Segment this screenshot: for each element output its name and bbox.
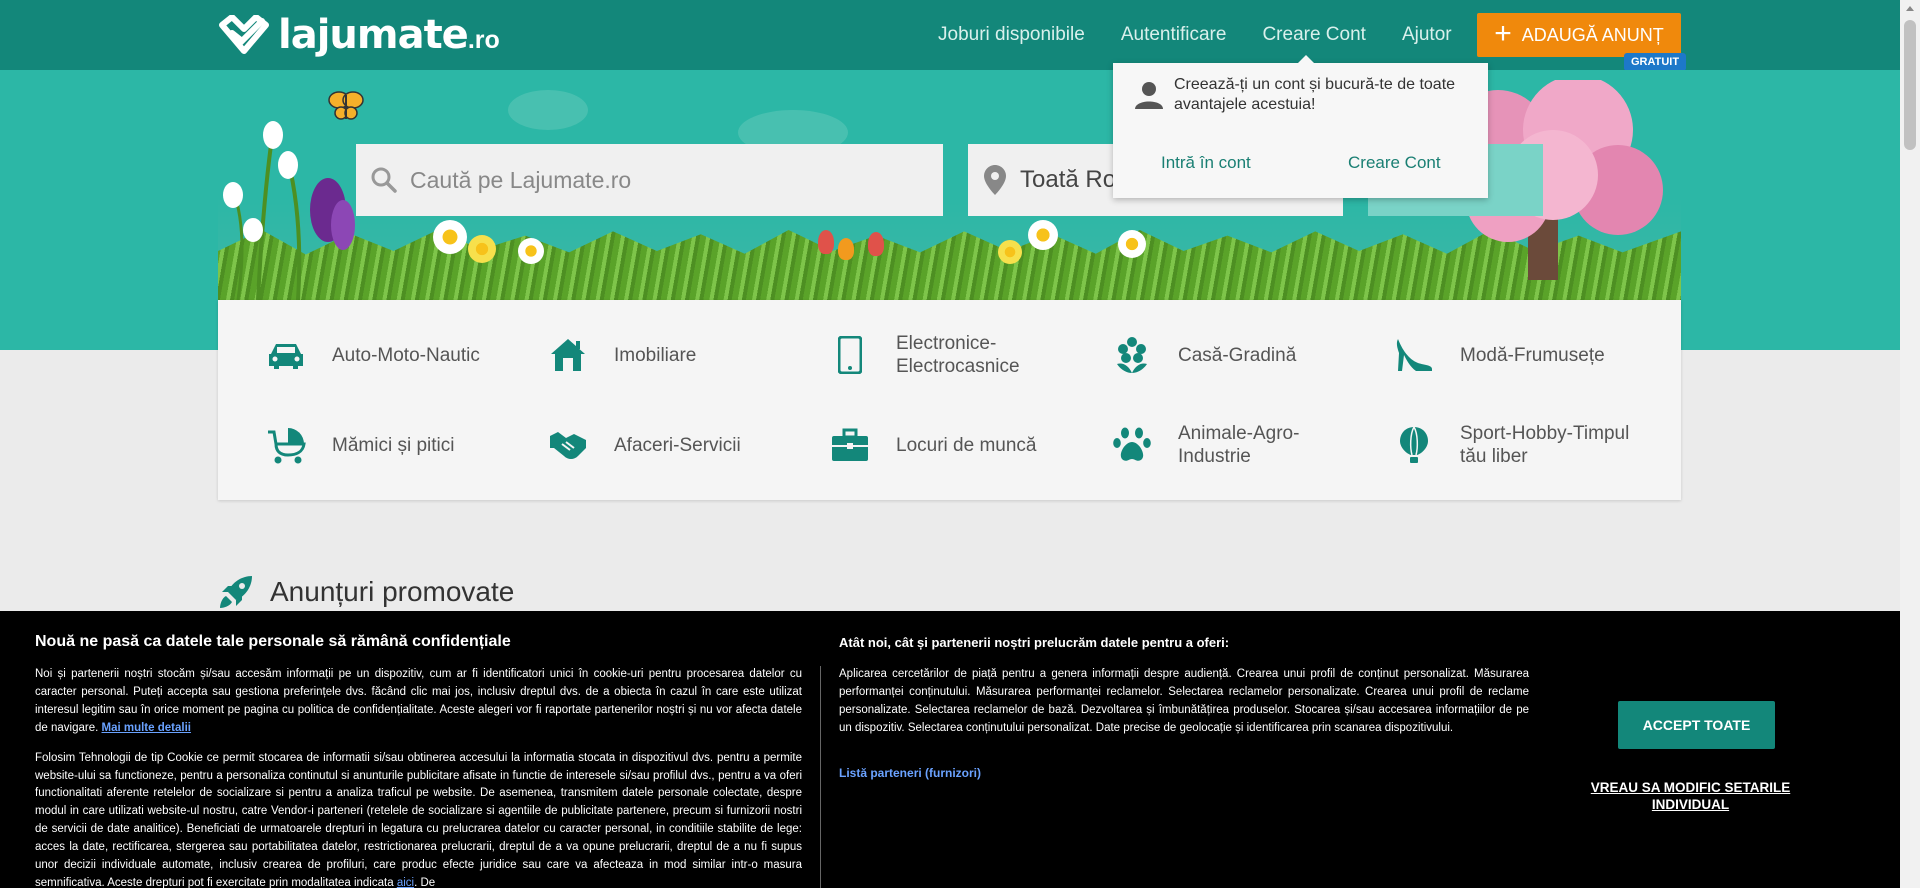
cookie-consent-banner: Nouă ne pasă ca datele tale personale să… [0,611,1900,888]
cookie-paragraph-1: Noi și partenerii noștri stocăm și/sau a… [35,666,802,738]
category-fashion[interactable]: Modă-Frumusețe [1386,325,1668,385]
cookie-right-title: Atât noi, cât și partenerii noștri prelu… [839,635,1230,650]
search-placeholder: Caută pe Lajumate.ro [410,166,632,193]
tulip-decoration [868,232,884,256]
cookie-paragraph-2-text: Folosim Tehnologii de tip Cookie ce perm… [35,751,802,888]
category-auto[interactable]: Auto-Moto-Nautic [258,325,540,385]
promoted-section-heading: Anunțuri promovate [218,574,514,610]
cookie-divider [820,666,821,888]
category-electronics[interactable]: Electronice-Electrocasnice [822,325,1104,385]
top-header: lajumate .ro Joburi disponibile Autentif… [0,0,1900,71]
category-label: Locuri de muncă [896,434,1037,456]
main-nav: Joburi disponibile Autentificare Creare … [938,24,1488,46]
flower-icon [1117,337,1147,373]
cookie-left-text: Noi și partenerii noștri stocăm și/sau a… [35,666,802,888]
category-label: Modă-Frumusețe [1460,344,1605,366]
nav-create-account[interactable]: Creare Cont [1262,24,1366,46]
cookie-title: Nouă ne pasă ca datele tale personale să… [35,633,511,650]
nav-jobs[interactable]: Joburi disponibile [938,24,1085,46]
category-label: Animale-Agro-Industrie [1178,423,1300,467]
category-moms-kids[interactable]: Mămici și pitici [258,415,540,475]
category-animals[interactable]: Animale-Agro-Industrie [1104,415,1386,475]
heart-check-icon [219,15,269,54]
site-logo[interactable]: lajumate .ro [218,12,500,58]
daisy-decoration [433,220,467,254]
partners-list-link[interactable]: Listă parteneri (furnizori) [839,766,981,780]
category-home-garden[interactable]: Casă-Gradină [1104,325,1386,385]
category-label: Imobiliare [614,344,697,366]
logo-text: lajumate [278,12,469,58]
promoted-title: Anunțuri promovate [270,576,515,607]
user-icon [1135,82,1163,109]
plus-icon: + [1494,16,1512,50]
cookie-paragraph-2-end: . De [414,876,436,888]
login-link[interactable]: Intră în cont [1161,153,1251,173]
add-listing-label: ADAUGĂ ANUNȚ [1521,24,1664,45]
dropdown-message: Creează-ți un cont și bucură-te de toate… [1174,76,1456,113]
category-sport-hobby[interactable]: Sport-Hobby-Timpul tău liber [1386,415,1668,475]
create-account-link[interactable]: Creare Cont [1348,153,1441,173]
house-icon [551,339,585,371]
category-grid: Auto-Moto-Nautic Imobiliare Electronice-… [218,300,1681,500]
snowdrop-flowers [223,121,355,300]
scroll-up-arrow[interactable] [1906,6,1914,11]
car-icon [269,344,303,369]
paw-icon [1113,427,1151,461]
category-label: Electronice-Electrocasnice [896,333,1020,377]
category-label: Afaceri-Servicii [614,434,741,456]
search-icon [371,167,397,193]
accept-all-button[interactable]: ACCEPT TOATE [1618,701,1775,749]
search-input[interactable]: Caută pe Lajumate.ro [356,144,943,216]
free-badge: GRATUIT [1624,53,1687,71]
category-real-estate[interactable]: Imobiliare [540,325,822,385]
here-link[interactable]: aici [397,877,414,888]
nav-login[interactable]: Autentificare [1121,24,1227,46]
tulip-decoration [818,230,834,254]
scrollbar-thumb[interactable] [1904,20,1916,150]
briefcase-icon [832,428,868,461]
stroller-icon [268,428,306,464]
rocket-icon [220,576,252,608]
category-business[interactable]: Afaceri-Servicii [540,415,822,475]
logo-tld: .ro [467,25,500,54]
more-details-link[interactable]: Mai multe detalii [102,722,191,734]
category-label: Sport-Hobby-Timpul tău liber [1460,423,1630,467]
category-label: Mămici și pitici [332,434,455,456]
tulip-decoration [838,238,854,260]
daisy-decoration [518,238,544,264]
daisy-decoration [1028,220,1058,250]
account-dropdown: Creează-ți un cont și bucură-te de toate… [1113,55,1488,198]
cookie-paragraph-2: Folosim Tehnologii de tip Cookie ce perm… [35,750,802,888]
daisy-decoration [998,240,1022,264]
daisy-decoration [468,235,496,263]
handshake-icon [550,432,586,459]
daisy-decoration [1118,230,1146,258]
phone-icon [838,336,862,374]
cookie-right-text: Aplicarea cercetărilor de piață pentru a… [839,668,1529,734]
category-jobs[interactable]: Locuri de muncă [822,415,1104,475]
nav-help[interactable]: Ajutor [1402,24,1452,46]
balloon-icon [1400,426,1428,463]
page-scrollbar[interactable] [1900,0,1920,888]
modify-settings-link[interactable]: VREAU SA MODIFIC SETARILE INDIVIDUAL [1578,779,1803,813]
category-label: Auto-Moto-Nautic [332,344,480,366]
cloud-decoration [508,90,588,130]
heel-icon [1396,339,1432,371]
category-label: Casă-Gradină [1178,344,1297,366]
add-listing-button[interactable]: + ADAUGĂ ANUNȚ [1477,13,1681,57]
location-pin-icon [984,165,1006,195]
